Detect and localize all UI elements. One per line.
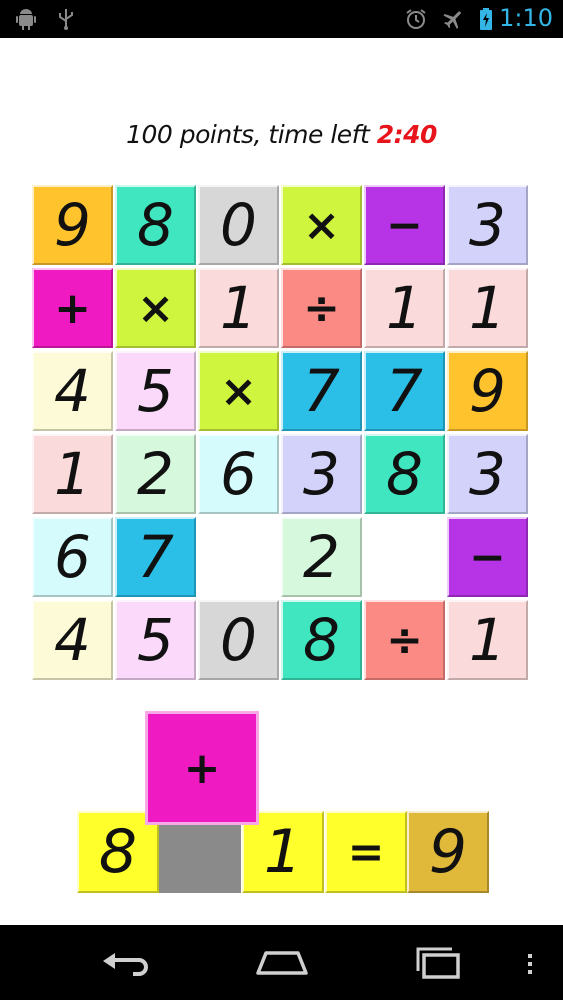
number-tile[interactable]: 8 [281, 600, 362, 680]
number-tile[interactable]: 1 [32, 434, 113, 514]
alarm-icon [406, 9, 426, 29]
operator-tile[interactable]: × [281, 185, 362, 265]
number-tile[interactable]: 6 [198, 434, 279, 514]
operator-tile[interactable]: × [198, 351, 279, 431]
usb-icon [59, 9, 73, 30]
status-clock: 1:10 [499, 4, 553, 32]
number-tile[interactable]: 3 [447, 185, 528, 265]
number-tile[interactable]: 9 [447, 351, 528, 431]
score-text: 100 points, time left [126, 120, 377, 149]
number-tile[interactable]: 3 [447, 434, 528, 514]
number-tile[interactable]: 4 [32, 351, 113, 431]
number-tile[interactable]: 4 [32, 600, 113, 680]
game-board: 9 8 0 × −3 + × 1 ÷ 1 1 4 5 × 7 7 9 1 2 6 3 8 3 6 7 2−4 5 0 8 ÷ 1 [32, 185, 528, 681]
recent-apps-icon[interactable] [410, 943, 470, 983]
score-line: 100 points, time left 2:40 [0, 120, 563, 149]
overflow-menu-icon[interactable] [525, 953, 535, 975]
pending-operator-tile[interactable]: + [145, 711, 259, 825]
number-tile[interactable]: 0 [198, 600, 279, 680]
result-tile[interactable]: 9 [407, 811, 489, 893]
empty-cell [364, 517, 445, 597]
number-tile[interactable]: 1 [198, 268, 279, 348]
home-icon[interactable] [252, 943, 312, 983]
number-tile[interactable]: 7 [115, 517, 196, 597]
operator-tile[interactable]: − [447, 517, 528, 597]
number-tile[interactable]: 0 [198, 185, 279, 265]
operator-tile[interactable]: ÷ [281, 268, 362, 348]
operator-tile[interactable]: − [364, 185, 445, 265]
number-tile[interactable]: 2 [281, 517, 362, 597]
number-tile[interactable]: 6 [32, 517, 113, 597]
operator-tile[interactable]: + [32, 268, 113, 348]
number-tile[interactable]: 1 [364, 268, 445, 348]
status-bar: 1:10 [0, 0, 563, 38]
number-tile[interactable]: 8 [364, 434, 445, 514]
number-tile[interactable]: 3 [281, 434, 362, 514]
number-tile[interactable]: 7 [364, 351, 445, 431]
operator-tile[interactable]: × [115, 268, 196, 348]
equals-tile[interactable]: = [325, 811, 407, 893]
number-tile[interactable]: 1 [447, 600, 528, 680]
number-tile[interactable]: 8 [115, 185, 196, 265]
number-tile[interactable]: 5 [115, 351, 196, 431]
number-tile[interactable]: 9 [32, 185, 113, 265]
empty-cell [198, 517, 279, 597]
back-icon[interactable] [95, 943, 155, 983]
number-tile[interactable]: 1 [447, 268, 528, 348]
operator-tile[interactable]: ÷ [364, 600, 445, 680]
battery-icon [480, 8, 492, 30]
number-tile[interactable]: 2 [115, 434, 196, 514]
airplane-mode-icon [443, 11, 461, 29]
android-debug-icon [16, 9, 36, 30]
number-tile[interactable]: 5 [115, 600, 196, 680]
number-tile[interactable]: 7 [281, 351, 362, 431]
time-left: 2:40 [376, 120, 438, 149]
navigation-bar [0, 925, 563, 1000]
